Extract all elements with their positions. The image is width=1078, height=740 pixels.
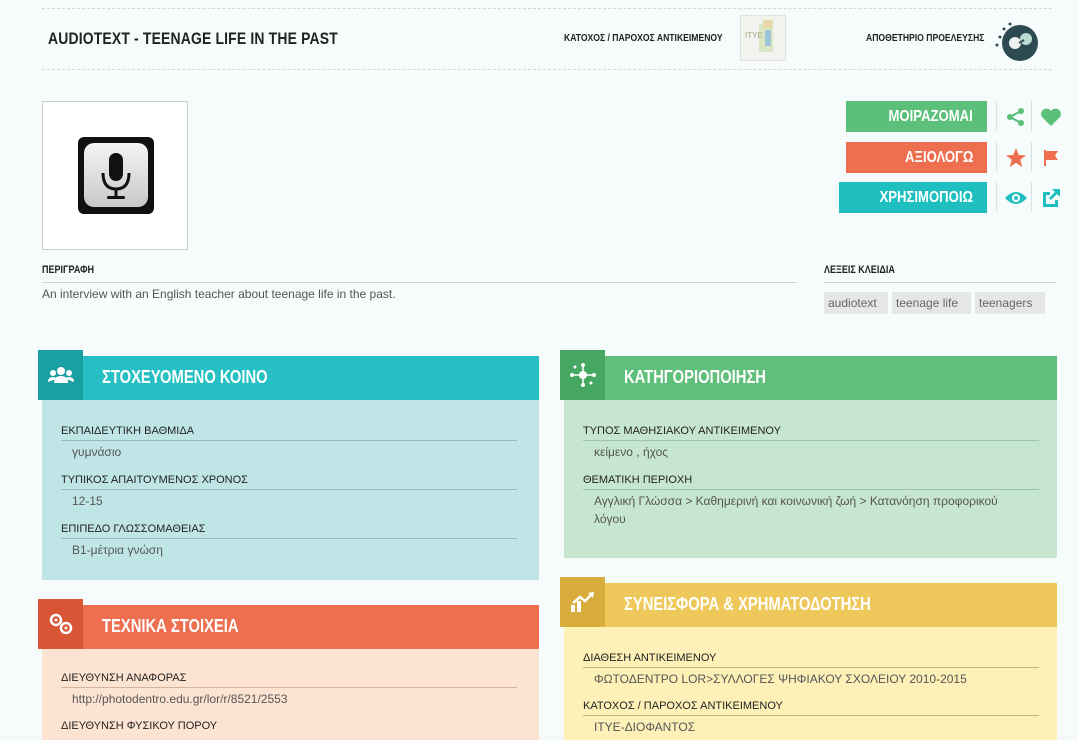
star-icon[interactable] — [1003, 145, 1029, 171]
keyword-tag[interactable]: audiotext — [824, 292, 888, 314]
divider — [996, 142, 997, 172]
network-icon — [560, 350, 605, 400]
divider — [1031, 101, 1032, 131]
share-button-label: ΜΟΙΡΑΖΟΜΑΙ — [888, 107, 973, 125]
field-label: ΘΕΜΑΤΙΚΗ ΠΕΡΙΟΧΗ — [583, 474, 693, 486]
description-label-text: ΠΕΡΙΓΡΑΦΗ — [42, 264, 95, 276]
eye-icon[interactable] — [1003, 185, 1029, 211]
field-label: ΚΑΤΟΧΟΣ / ΠΑΡΟΧΟΣ ΑΝΤΙΚΕΙΜΕΝΟΥ — [583, 700, 783, 712]
users-icon — [38, 350, 83, 400]
divider — [996, 182, 997, 212]
keyword-tag[interactable]: teenagers — [975, 292, 1045, 314]
divider — [996, 101, 997, 131]
field-label: ΔΙΕΥΘΥΝΣΗ ΑΝΑΦΟΡΑΣ — [61, 672, 187, 684]
keywords-label: ΛΕΞΕΙΣ ΚΛΕΙΔΙΑ — [824, 264, 910, 276]
share-button[interactable]: ΜΟΙΡΑΖΟΜΑΙ — [846, 101, 987, 132]
header-bar: AUDIOTEXT - TEENAGE LIFE IN THE PAST ΚΑΤ… — [42, 8, 1052, 70]
rate-button-label: ΑΞΙΟΛΟΓΩ — [904, 148, 973, 166]
classification-panel-header: ΚΑΤΗΓΟΡΙΟΠΟΙΗΣΗ — [560, 350, 1057, 400]
repository-logo[interactable] — [988, 15, 1040, 63]
divider — [583, 715, 1039, 716]
microphone-icon — [78, 137, 154, 214]
page: AUDIOTEXT - TEENAGE LIFE IN THE PAST ΚΑΤ… — [0, 0, 1078, 740]
divider — [1031, 142, 1032, 172]
page-title: AUDIOTEXT - TEENAGE LIFE IN THE PAST — [48, 29, 402, 49]
field-value: Αγγλική Γλώσσα > Καθημερινή και κοινωνικ… — [594, 494, 998, 526]
divider — [61, 538, 517, 539]
keyword-tag[interactable]: teenage life — [892, 292, 971, 314]
repository-logo-graphic — [995, 22, 1038, 61]
field-value: ΦΩΤΟΔΕΝΤΡΟ LOR>ΣΥΛΛΟΓΕΣ ΨΗΦΙΑΚΟΥ ΣΧΟΛΕΙΟ… — [594, 672, 967, 686]
contribution-panel-title: ΣΥΝΕΙΣΦΟΡΑ & ΧΡΗΜΑΤΟΔΟΤΗΣΗ — [624, 594, 925, 615]
technical-panel-header: ΤΕΧΝΙΚΑ ΣΤΟΙΧΕΙΑ — [38, 599, 539, 649]
field-value: κείμενο , ήχος — [594, 445, 669, 459]
audience-panel-title: ΣΤΟΧΕΥΟΜΕΝΟ ΚΟΙΝΟ — [102, 367, 304, 388]
chart-trend-icon — [560, 577, 605, 627]
field-label: ΔΙΕΥΘΥΝΣΗ ΦΥΣΙΚΟΥ ΠΟΡΟΥ — [61, 720, 218, 732]
field-label: ΤΥΠΟΣ ΜΑΘΗΣΙΑΚΟΥ ΑΝΤΙΚΕΙΜΕΝΟΥ — [583, 425, 781, 437]
divider — [583, 667, 1039, 668]
divider — [1031, 182, 1032, 212]
technical-title-text: ΤΕΧΝΙΚΑ ΣΤΟΙΧΕΙΑ — [102, 616, 239, 636]
audience-title-text: ΣΤΟΧΕΥΟΜΕΝΟ ΚΟΙΝΟ — [102, 367, 268, 387]
owner-logo-graphic: ΙΤΥΕ — [745, 20, 773, 52]
owner-label: ΚΑΤΟΧΟΣ / ΠΑΡΟΧΟΣ ΑΝΤΙΚΕΙΜΕΝΟΥ — [564, 32, 757, 44]
keywords-label-text: ΛΕΞΕΙΣ ΚΛΕΙΔΙΑ — [824, 264, 895, 276]
field-value: Β1-μέτρια γνώση — [72, 543, 163, 557]
repository-label-text: ΑΠΟΘΕΤΗΡΙΟ ΠΡΟΕΛΕΥΣΗΣ — [866, 32, 985, 44]
field-label: ΕΠΙΠΕΔΟ ΓΛΩΣΣΟΜΑΘΕΙΑΣ — [61, 523, 206, 535]
heart-icon[interactable] — [1038, 104, 1064, 130]
reference-url[interactable]: http://photodentro.edu.gr/lor/r/8521/255… — [72, 690, 288, 708]
field-label: ΔΙΑΘΕΣΗ ΑΝΤΙΚΕΙΜΕΝΟΥ — [583, 652, 717, 664]
classification-panel-title: ΚΑΤΗΓΟΡΙΟΠΟΙΗΣΗ — [624, 367, 797, 388]
divider — [42, 282, 797, 283]
external-link-icon[interactable] — [1038, 185, 1064, 211]
field-value: ΙΤΥΕ-ΔΙΟΦΑΝΤΟΣ — [594, 720, 696, 734]
owner-label-text: ΚΑΤΟΧΟΣ / ΠΑΡΟΧΟΣ ΑΝΤΙΚΕΙΜΕΝΟΥ — [564, 32, 723, 44]
divider — [61, 489, 517, 490]
use-button-label: ΧΡΗΣΙΜΟΠΟΙΩ — [879, 188, 973, 206]
resource-thumbnail — [42, 101, 188, 250]
divider — [61, 687, 517, 688]
field-label: ΕΚΠΑΙΔΕΥΤΙΚΗ ΒΑΘΜΙΔΑ — [61, 425, 195, 437]
divider — [824, 282, 1056, 283]
owner-logo[interactable]: ΙΤΥΕ — [740, 15, 786, 61]
contribution-title-text: ΣΥΝΕΙΣΦΟΡΑ & ΧΡΗΜΑΤΟΔΟΤΗΣΗ — [624, 594, 871, 614]
contribution-panel-header: ΣΥΝΕΙΣΦΟΡΑ & ΧΡΗΜΑΤΟΔΟΤΗΣΗ — [560, 577, 1057, 627]
share-icon[interactable] — [1003, 104, 1029, 130]
divider — [583, 489, 1039, 490]
field-value: 12-15 — [72, 494, 103, 508]
rate-button[interactable]: ΑΞΙΟΛΟΓΩ — [846, 142, 987, 173]
audience-panel-header: ΣΤΟΧΕΥΟΜΕΝΟ ΚΟΙΝΟ — [38, 350, 539, 400]
gears-icon — [38, 599, 83, 649]
use-button[interactable]: ΧΡΗΣΙΜΟΠΟΙΩ — [839, 182, 987, 213]
divider — [583, 440, 1039, 441]
flag-icon[interactable] — [1038, 145, 1064, 171]
page-title-text: AUDIOTEXT - TEENAGE LIFE IN THE PAST — [48, 29, 338, 48]
description-text: An interview with an English teacher abo… — [42, 287, 396, 301]
field-value: γυμνάσιο — [72, 445, 122, 459]
description-label: ΠΕΡΙΓΡΑΦΗ — [42, 264, 105, 276]
technical-panel-title: ΤΕΧΝΙΚΑ ΣΤΟΙΧΕΙΑ — [102, 616, 269, 637]
owner-logo-text: ΙΤΥΕ — [745, 31, 763, 40]
divider — [61, 440, 517, 441]
classification-title-text: ΚΑΤΗΓΟΡΙΟΠΟΙΗΣΗ — [624, 367, 766, 387]
field-label: ΤΥΠΙΚΟΣ ΑΠΑΙΤΟΥΜΕΝΟΣ ΧΡΟΝΟΣ — [61, 474, 248, 486]
